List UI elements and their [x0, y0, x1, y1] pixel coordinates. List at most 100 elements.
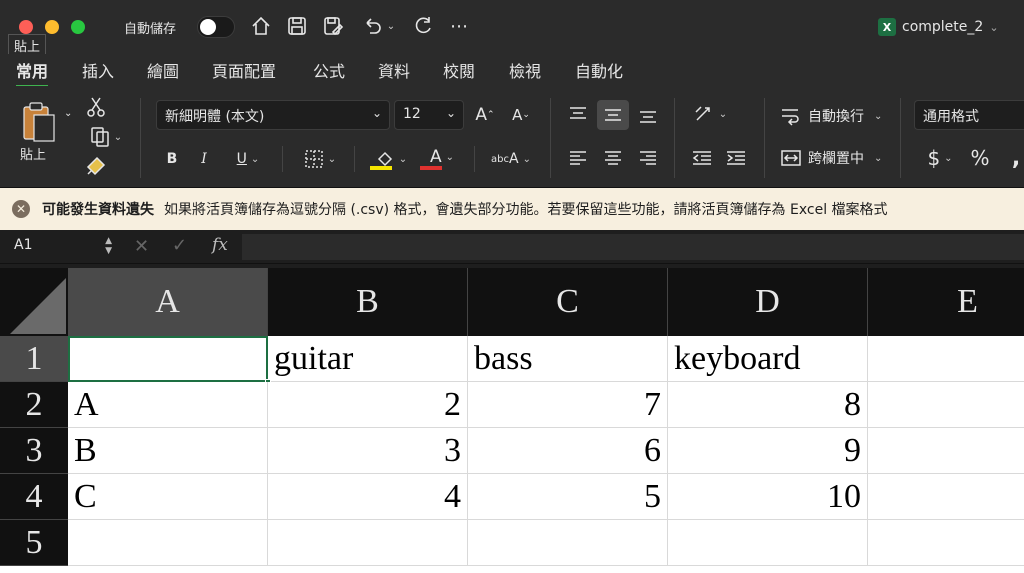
cell-e4[interactable]	[868, 474, 1024, 520]
chevron-down-icon: ⌄	[398, 153, 408, 165]
cell-a1[interactable]	[68, 336, 268, 382]
cell-e1[interactable]	[868, 336, 1024, 382]
decrease-font-size-button[interactable]: A ⌄	[508, 102, 534, 128]
phonetic-button[interactable]: abc A ⌄	[488, 146, 534, 172]
undo-icon[interactable]: ⌄	[356, 12, 400, 40]
underline-button[interactable]: U ⌄	[226, 146, 270, 172]
cell-b4[interactable]: 4	[268, 474, 468, 520]
cell-d4[interactable]: 10	[668, 474, 868, 520]
align-left-icon[interactable]	[564, 144, 592, 172]
cell-b1[interactable]: guitar	[268, 336, 468, 382]
cell-b5[interactable]	[268, 520, 468, 566]
percent-button[interactable]: %	[966, 144, 994, 172]
italic-button[interactable]: I	[192, 146, 216, 172]
align-top-icon[interactable]	[564, 100, 592, 128]
increase-font-size-button[interactable]: A ⌃	[472, 102, 498, 128]
cell-d2[interactable]: 8	[668, 382, 868, 428]
row-header-5[interactable]: 5	[0, 520, 68, 566]
zoom-window-button[interactable]	[71, 20, 85, 34]
autosave-toggle[interactable]	[197, 16, 235, 38]
row-header-4[interactable]: 4	[0, 474, 68, 520]
tab-insert[interactable]: 插入	[82, 58, 114, 82]
insert-function-icon[interactable]: fx	[212, 235, 228, 255]
ribbon-tabs: 常用 插入 繪圖 頁面配置 公式 資料 校閱 檢視 自動化	[0, 54, 1024, 88]
row-header-3[interactable]: 3	[0, 428, 68, 474]
cut-icon[interactable]	[84, 94, 108, 120]
enter-formula-icon[interactable]: ✓	[172, 235, 187, 256]
cancel-formula-icon[interactable]: ✕	[134, 236, 149, 257]
close-window-button[interactable]	[19, 20, 33, 34]
font-size-select[interactable]: 12 ⌄	[394, 100, 464, 130]
cell-a4[interactable]: C	[68, 474, 268, 520]
column-header-e[interactable]: E	[868, 268, 1024, 336]
formula-input[interactable]	[242, 234, 1024, 260]
borders-button[interactable]: ⌄	[296, 146, 344, 172]
decrease-indent-icon[interactable]	[688, 144, 716, 172]
minimize-window-button[interactable]	[45, 20, 59, 34]
tab-review[interactable]: 校閱	[443, 58, 475, 82]
currency-icon: $	[927, 146, 941, 170]
cell-b2[interactable]: 2	[268, 382, 468, 428]
chevron-down-icon[interactable]: ⌄	[64, 108, 72, 119]
cell-e3[interactable]	[868, 428, 1024, 474]
increase-indent-icon[interactable]	[722, 144, 750, 172]
cell-c4[interactable]: 5	[468, 474, 668, 520]
cell-c5[interactable]	[468, 520, 668, 566]
underline-icon: U	[236, 151, 247, 167]
orientation-button[interactable]: ⌄	[686, 100, 734, 128]
tab-automate[interactable]: 自動化	[575, 58, 623, 82]
stepper-icon[interactable]: ▲ ▼	[105, 236, 112, 256]
more-icon[interactable]: ⋯	[446, 12, 472, 40]
save-icon[interactable]	[284, 12, 310, 40]
column-header-c[interactable]: C	[468, 268, 668, 336]
align-bottom-icon[interactable]	[634, 102, 662, 130]
cell-a3[interactable]: B	[68, 428, 268, 474]
align-center-icon[interactable]	[599, 144, 627, 172]
align-right-icon[interactable]	[634, 144, 662, 172]
wrap-text-button[interactable]: 自動換行 ⌄	[780, 102, 888, 130]
cell-c1[interactable]: bass	[468, 336, 668, 382]
merge-center-button[interactable]: 跨欄置中 ⌄	[780, 144, 888, 172]
align-middle-icon[interactable]	[597, 100, 629, 130]
close-icon[interactable]: ✕	[12, 200, 30, 218]
currency-button[interactable]: $ ⌄	[918, 144, 962, 172]
tab-home[interactable]: 常用	[16, 58, 49, 88]
tab-page-layout[interactable]: 頁面配置	[212, 58, 276, 82]
divider	[474, 146, 475, 172]
home-icon[interactable]	[248, 12, 274, 40]
tab-data[interactable]: 資料	[378, 58, 410, 82]
copy-icon[interactable]: ⌄	[84, 124, 128, 150]
comma-style-button[interactable]: ,	[1008, 144, 1024, 172]
document-title[interactable]: X complete_2 ⌄	[878, 14, 999, 40]
row-header-2[interactable]: 2	[0, 382, 68, 428]
cell-b3[interactable]: 3	[268, 428, 468, 474]
format-painter-icon[interactable]	[84, 154, 108, 178]
row-header-1[interactable]: 1	[0, 336, 68, 382]
save-as-icon[interactable]	[320, 12, 346, 40]
cell-a5[interactable]	[68, 520, 268, 566]
font-name-select[interactable]: 新細明體 (本文) ⌄	[156, 100, 390, 130]
tab-draw[interactable]: 繪圖	[147, 58, 179, 82]
redo-icon[interactable]	[410, 12, 436, 40]
column-header-d[interactable]: D	[668, 268, 868, 336]
cell-e2[interactable]	[868, 382, 1024, 428]
name-box[interactable]: A1 ▲ ▼	[6, 234, 116, 260]
tab-view[interactable]: 檢視	[509, 58, 541, 82]
cell-a2[interactable]: A	[68, 382, 268, 428]
divider	[282, 146, 283, 172]
column-header-a[interactable]: A	[68, 268, 268, 336]
paste-button[interactable]	[14, 94, 62, 150]
tab-formulas[interactable]: 公式	[313, 58, 345, 82]
cell-c3[interactable]: 6	[468, 428, 668, 474]
fill-color-swatch	[370, 166, 392, 170]
cell-e5[interactable]	[868, 520, 1024, 566]
number-format-select[interactable]: 通用格式	[914, 100, 1024, 130]
paste-label: 貼上	[20, 148, 47, 163]
select-all-button[interactable]	[0, 268, 68, 336]
column-header-b[interactable]: B	[268, 268, 468, 336]
bold-button[interactable]: B	[160, 146, 184, 172]
cell-d3[interactable]: 9	[668, 428, 868, 474]
cell-d1[interactable]: keyboard	[668, 336, 868, 382]
cell-c2[interactable]: 7	[468, 382, 668, 428]
cell-d5[interactable]	[668, 520, 868, 566]
